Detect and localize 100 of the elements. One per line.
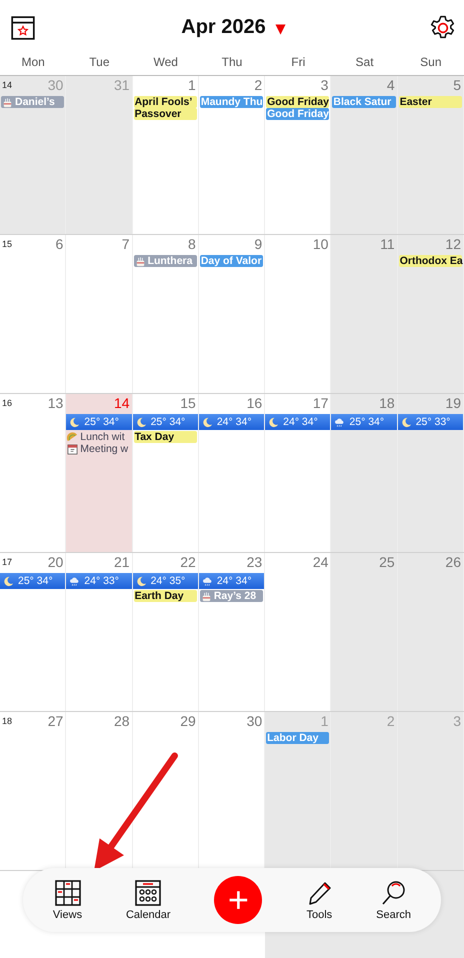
day-number: 12 [445, 236, 461, 252]
holiday-event[interactable]: Earth Day [134, 590, 197, 602]
birthday-event[interactable]: Lunthera [134, 255, 197, 267]
weather-chip[interactable]: 25° 34° [331, 414, 397, 430]
week-number: 18 [2, 716, 12, 726]
rain-cloud-icon [334, 416, 346, 428]
weather-chip[interactable]: 24° 34° [265, 414, 330, 430]
day-number: 13 [48, 395, 64, 411]
day-cell[interactable]: 26 [398, 553, 464, 711]
holiday-event[interactable]: Passover [134, 108, 197, 120]
settings-icon[interactable] [430, 14, 456, 40]
observance-event[interactable]: Maundy Thu [200, 96, 264, 108]
day-cell[interactable]: 8 Lunthera [132, 235, 199, 393]
day-number: 18 [379, 395, 395, 411]
month-selector[interactable]: Apr 2026 ▾ [181, 16, 285, 39]
observance-event[interactable]: Good Friday [266, 108, 330, 120]
day-number: 25 [379, 554, 395, 570]
day-cell[interactable]: 1 Labor Day [265, 712, 332, 870]
day-number: 2 [254, 77, 262, 93]
weekday-label: Wed [152, 55, 179, 71]
day-number: 31 [114, 77, 130, 93]
day-cell[interactable]: 12 Orthodox Ea [398, 235, 464, 393]
cake-icon [2, 96, 13, 108]
day-number: 22 [180, 554, 196, 570]
weather-chip[interactable]: 25° 34° [66, 414, 132, 430]
holiday-event[interactable]: April Fools’ [134, 96, 197, 108]
rain-cloud-icon [69, 576, 80, 586]
day-cell[interactable]: 14 25° 34° Lunch wit Meeting w [66, 394, 133, 552]
day-number: 14 [114, 395, 130, 411]
weather-chip[interactable]: 25° 34° [132, 414, 198, 430]
cake-icon [134, 256, 146, 266]
day-number: 8 [188, 236, 196, 252]
day-cell[interactable]: 21 24° 33° [66, 553, 133, 711]
day-number: 20 [48, 554, 64, 570]
search-button[interactable]: Search [376, 880, 412, 920]
holiday-event[interactable]: Tax Day [134, 431, 197, 443]
day-number: 1 [320, 713, 328, 729]
observance-event[interactable]: Day of Valor [200, 255, 264, 267]
cake-icon [200, 590, 212, 602]
day-number: 15 [180, 395, 196, 411]
day-cell[interactable]: 9 Day of Valor [198, 235, 266, 393]
holiday-event[interactable]: Good Friday [266, 96, 330, 108]
observance-event[interactable]: Black Satur [332, 96, 396, 108]
day-cell[interactable]: 18 25° 34° [331, 394, 398, 552]
day-cell[interactable]: 1 April Fools’ Passover [132, 76, 199, 234]
calendar-icon [67, 444, 78, 454]
birthday-event[interactable]: Ray’s 28 [200, 590, 264, 602]
day-number: 26 [445, 554, 461, 570]
day-cell[interactable]: 31 [66, 76, 133, 234]
moon-icon [202, 416, 213, 428]
day-cell[interactable]: 16 24° 34° [198, 394, 266, 552]
day-number: 5 [453, 77, 461, 93]
day-cell[interactable]: 2 [331, 712, 398, 870]
week-number: 15 [2, 239, 12, 249]
week-number: 16 [2, 398, 12, 408]
day-number: 21 [114, 554, 130, 570]
day-cell[interactable]: 17 20 25° 34° [0, 553, 66, 711]
day-cell[interactable]: 23 24° 34° Ray’s 28 [198, 553, 266, 711]
day-number: 10 [312, 236, 328, 252]
tools-button[interactable]: Tools [306, 880, 332, 920]
weekday-label: Sun [419, 55, 443, 71]
birthday-event[interactable]: Daniel’s [1, 96, 64, 108]
day-cell[interactable]: 4 Black Satur [331, 76, 398, 234]
weekday-label: Thu [220, 55, 244, 71]
weather-chip[interactable]: 24° 34° [198, 573, 264, 589]
day-cell[interactable]: 3 [398, 712, 464, 870]
day-number: 2 [386, 713, 395, 729]
day-cell[interactable]: 14 30 Daniel’s [0, 76, 66, 234]
views-button[interactable]: Views [52, 880, 82, 920]
holiday-event[interactable]: Easter [398, 96, 462, 108]
day-number: 11 [380, 236, 395, 252]
observance-event[interactable]: Labor Day [266, 732, 330, 744]
day-cell[interactable]: 19 25° 33° [398, 394, 464, 552]
day-cell[interactable]: 25 [331, 553, 398, 711]
day-cell[interactable]: 11 [331, 235, 398, 393]
day-cell[interactable]: 5 Easter [398, 76, 464, 234]
day-number: 28 [114, 713, 130, 729]
day-number: 9 [254, 236, 262, 252]
appointment-event[interactable]: Lunch wit [66, 431, 132, 443]
day-cell[interactable]: 2 Maundy Thu [198, 76, 266, 234]
holiday-event[interactable]: Orthodox Ea [398, 255, 462, 267]
day-number: 23 [246, 554, 262, 570]
week-number: 17 [2, 557, 12, 567]
moon-icon [136, 416, 147, 428]
weather-chip[interactable]: 25° 34° [0, 573, 66, 589]
weekday-label: Fri [290, 55, 306, 71]
appointment-event[interactable]: Meeting w [66, 443, 132, 455]
rain-cloud-icon [202, 576, 213, 586]
day-cell[interactable]: 15 6 [0, 235, 66, 393]
day-cell[interactable]: 15 25° 34° Tax Day [132, 394, 199, 552]
day-cell[interactable]: 7 [66, 235, 133, 393]
add-button[interactable]: + [214, 876, 262, 924]
weather-chip[interactable]: 25° 33° [398, 414, 463, 430]
day-cell[interactable]: 22 24° 35° Earth Day [132, 553, 199, 711]
calendar-button[interactable]: Calendar [126, 880, 171, 920]
weather-chip[interactable]: 24° 34° [198, 414, 264, 430]
weather-chip[interactable]: 24° 33° [66, 573, 132, 589]
day-number: 4 [386, 77, 395, 93]
day-number: 17 [312, 395, 328, 411]
weather-chip[interactable]: 24° 35° [132, 573, 198, 589]
